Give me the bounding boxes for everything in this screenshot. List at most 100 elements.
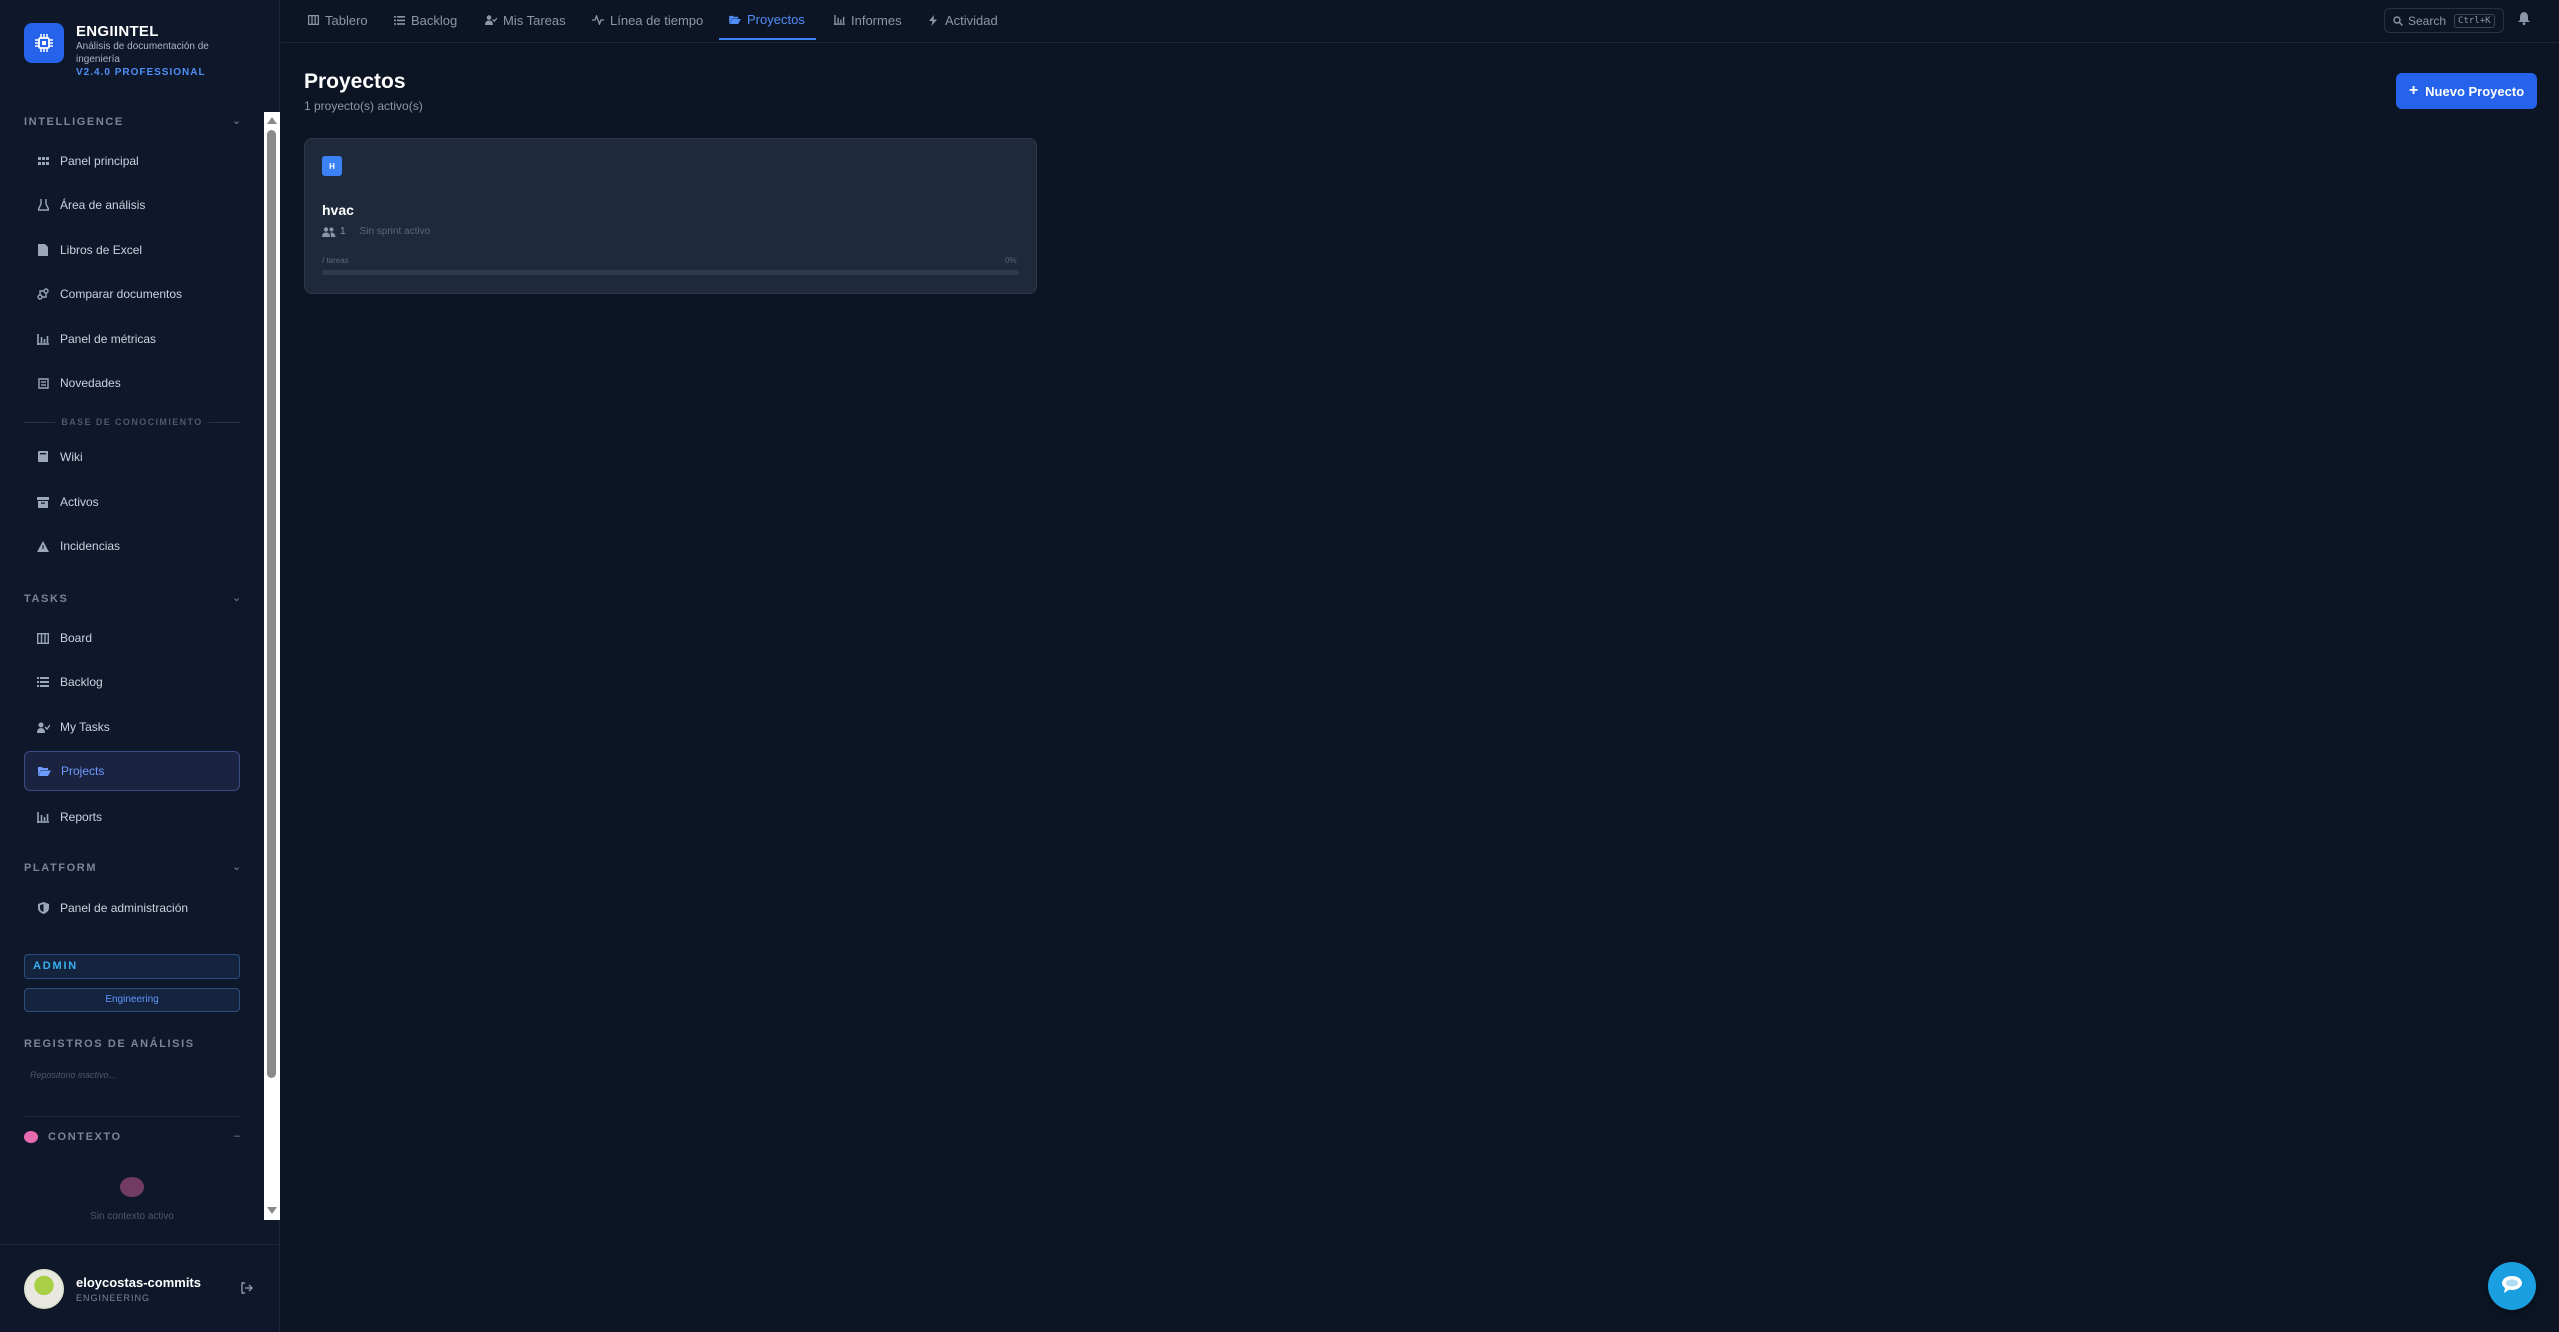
sidebar-item-admin-panel[interactable]: Panel de administración <box>24 888 240 928</box>
sidebar-item-label: Área de análisis <box>60 198 146 212</box>
sidebar-item-my-tasks[interactable]: My Tasks <box>24 707 240 747</box>
user-name: eloycostas-commits <box>76 1275 201 1290</box>
scrollbar-thumb[interactable] <box>267 130 276 1078</box>
project-meta: 1 Sin sprint activo <box>322 226 430 237</box>
search-label: Search <box>2408 13 2447 28</box>
sidebar-item-projects[interactable]: Projects <box>24 751 240 791</box>
tab-label: Tablero <box>325 12 368 28</box>
sidebar-item-comparar-documentos[interactable]: Comparar documentos <box>24 274 240 314</box>
sidebar-item-label: Activos <box>60 495 99 509</box>
user-footer: eloycostas-commits ENGINEERING <box>0 1244 280 1332</box>
section-header-platform[interactable]: PLATFORM <box>24 862 97 874</box>
sidebar-item-backlog[interactable]: Backlog <box>24 662 240 702</box>
department-badge[interactable]: Engineering <box>24 988 240 1012</box>
chevron-down-icon[interactable]: ⌄ <box>232 860 241 873</box>
context-header[interactable]: CONTEXTO <box>24 1131 122 1143</box>
tab-mis-tareas[interactable]: Mis Tareas <box>485 0 566 40</box>
timeline-icon <box>592 14 604 26</box>
context-collapse-toggle[interactable]: – <box>234 1130 240 1142</box>
tab-informes[interactable]: Informes <box>833 0 902 40</box>
brain-icon <box>120 1177 144 1197</box>
compare-icon <box>36 287 50 301</box>
flask-icon <box>36 198 50 212</box>
project-member-count: 1 <box>340 226 346 237</box>
tab-label: Informes <box>851 12 902 28</box>
sidebar-item-label: Incidencias <box>60 539 121 553</box>
tab-linea-tiempo[interactable]: Línea de tiempo <box>592 0 703 40</box>
brand: ENGIINTEL Análisis de documentación de i… <box>24 20 264 82</box>
sidebar-item-activos[interactable]: Activos <box>24 482 240 522</box>
search-button[interactable]: Search Ctrl+K <box>2384 8 2504 33</box>
sidebar-item-label: My Tasks <box>60 720 110 734</box>
section-header-knowledge: BASE DE CONOCIMIENTO <box>61 417 203 427</box>
tab-tablero[interactable]: Tablero <box>307 0 368 40</box>
sidebar-item-label: Novedades <box>60 376 121 390</box>
tab-actividad[interactable]: Actividad <box>927 0 998 40</box>
archive-icon <box>36 495 50 509</box>
tab-label: Línea de tiempo <box>610 12 704 28</box>
sidebar-item-label: Panel principal <box>60 154 139 168</box>
chevron-down-icon[interactable]: ⌄ <box>232 114 241 127</box>
sidebar-item-board[interactable]: Board <box>24 618 240 658</box>
sidebar-item-panel-metricas[interactable]: Panel de métricas <box>24 319 240 359</box>
search-icon <box>2393 15 2403 26</box>
chat-bubble-icon <box>2501 1275 2523 1298</box>
registros-header: REGISTROS DE ANÁLISIS <box>24 1038 195 1050</box>
project-name[interactable]: hvac <box>322 202 354 218</box>
folder-open-icon <box>37 764 51 778</box>
chevron-down-icon[interactable]: ⌄ <box>232 591 241 604</box>
sidebar: ENGIINTEL Análisis de documentación de i… <box>0 0 280 1332</box>
admin-role-badge: ADMIN <box>24 954 240 979</box>
tab-proyectos[interactable]: Proyectos <box>719 0 816 40</box>
logout-icon[interactable] <box>240 1281 256 1297</box>
sidebar-item-reports[interactable]: Reports <box>24 797 240 837</box>
sidebar-item-label: Reports <box>60 810 103 824</box>
page-subtitle: 1 proyecto(s) activo(s) <box>304 99 423 113</box>
sidebar-item-area-analisis[interactable]: Área de análisis <box>24 185 240 225</box>
brand-subtitle: Análisis de documentación de ingeniería <box>76 41 209 65</box>
project-sprint-status: Sin sprint activo <box>359 226 431 237</box>
chat-assistant-button[interactable] <box>2488 1262 2536 1310</box>
tab-label: Actividad <box>945 12 998 28</box>
sidebar-item-incidencias[interactable]: Incidencias <box>24 526 240 566</box>
sidebar-item-label: Board <box>60 631 93 645</box>
sidebar-item-panel-principal[interactable]: Panel principal <box>24 141 240 181</box>
sidebar-item-label: Comparar documentos <box>60 287 183 301</box>
list-icon <box>36 675 50 689</box>
newspaper-icon <box>36 376 50 390</box>
new-project-button[interactable]: + Nuevo Proyecto <box>2396 73 2537 109</box>
plus-icon: + <box>2408 82 2419 99</box>
sidebar-item-label: Wiki <box>60 450 83 464</box>
section-header-tasks[interactable]: TASKS <box>24 593 68 605</box>
bar-chart-icon <box>833 14 845 26</box>
bell-icon[interactable] <box>2518 12 2534 28</box>
bar-chart-icon <box>36 332 50 346</box>
tab-label: Proyectos <box>747 11 805 27</box>
sidebar-item-label: Panel de métricas <box>60 332 157 346</box>
scroll-up-arrow-icon[interactable] <box>267 117 277 124</box>
grid-icon <box>36 154 50 168</box>
registros-status: Repositorio inactivo... <box>30 1070 117 1080</box>
section-header-intelligence[interactable]: INTELLIGENCE <box>24 116 124 128</box>
board-icon <box>36 631 50 645</box>
scroll-down-arrow-icon[interactable] <box>267 1207 277 1214</box>
sidebar-scroll-area[interactable]: INTELLIGENCE ⌄ Panel principal Área de a… <box>0 100 280 1220</box>
file-icon <box>36 243 50 257</box>
project-initial-badge: H <box>322 156 342 176</box>
sidebar-item-libros-excel[interactable]: Libros de Excel <box>24 230 240 270</box>
avatar[interactable] <box>24 1269 64 1309</box>
brand-title: ENGIINTEL <box>76 23 159 40</box>
top-nav-bar: Tablero Backlog Mis Tareas Línea de tiem… <box>281 0 2559 43</box>
sidebar-item-wiki[interactable]: Wiki <box>24 437 240 477</box>
users-icon <box>322 226 336 237</box>
project-card[interactable]: H hvac 1 Sin sprint activo / tareas 0% <box>304 138 1037 294</box>
section-divider-knowledge: BASE DE CONOCIMIENTO <box>24 416 240 428</box>
warning-icon <box>36 539 50 553</box>
tab-label: Mis Tareas <box>503 12 566 28</box>
tab-backlog[interactable]: Backlog <box>393 0 457 40</box>
chip-icon[interactable] <box>24 23 64 63</box>
tab-label: Backlog <box>411 12 458 28</box>
sidebar-item-label: Panel de administración <box>60 901 189 915</box>
sidebar-item-novedades[interactable]: Novedades <box>24 363 240 403</box>
context-empty-text: Sin contexto activo <box>90 1211 174 1220</box>
